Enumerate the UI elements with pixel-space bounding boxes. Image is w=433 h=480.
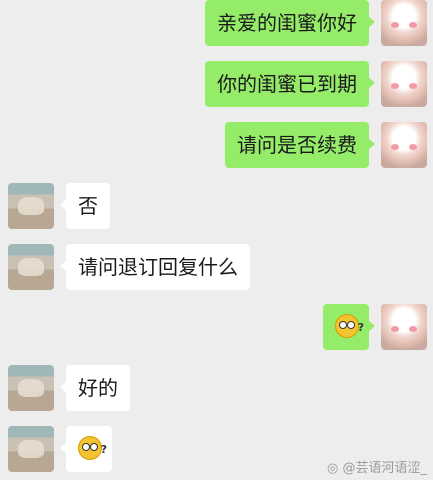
contact-avatar[interactable] <box>8 183 54 229</box>
message-bubble-sent[interactable]: 你的闺蜜已到期 <box>205 61 375 107</box>
contact-avatar[interactable] <box>8 244 54 290</box>
my-avatar[interactable] <box>381 61 427 107</box>
message-bubble-received[interactable]: 好的 <box>60 365 130 411</box>
confused-face-emoji-icon: ? <box>335 314 364 338</box>
watermark-text: @芸语河语涩_ <box>342 461 427 476</box>
question-mark-label: ? <box>100 443 107 456</box>
sticker-bubble-received[interactable]: ? <box>60 426 112 472</box>
sticker-bubble-sent[interactable]: ? <box>323 304 375 350</box>
message-text: 请问退订回复什么 <box>78 255 238 279</box>
message-text: 否 <box>78 194 98 218</box>
message-bubble-sent[interactable]: 亲爱的闺蜜你好 <box>205 0 375 46</box>
my-avatar[interactable] <box>381 304 427 350</box>
contact-avatar[interactable] <box>8 426 54 472</box>
message-bubble-received[interactable]: 请问退订回复什么 <box>60 244 250 290</box>
my-avatar[interactable] <box>381 122 427 168</box>
confused-face-emoji-icon: ? <box>78 436 107 460</box>
weibo-icon: ◎ <box>327 461 339 476</box>
question-mark-label: ? <box>357 321 364 334</box>
watermark: ◎ @芸语河语涩_ <box>327 457 427 476</box>
message-text: 好的 <box>78 376 118 400</box>
contact-avatar[interactable] <box>8 365 54 411</box>
message-bubble-received[interactable]: 否 <box>60 183 110 229</box>
message-bubble-sent[interactable]: 请问是否续费 <box>225 122 375 168</box>
my-avatar[interactable] <box>381 0 427 46</box>
message-text: 你的闺蜜已到期 <box>217 72 357 96</box>
message-text: 亲爱的闺蜜你好 <box>217 11 357 35</box>
message-text: 请问是否续费 <box>237 133 357 157</box>
